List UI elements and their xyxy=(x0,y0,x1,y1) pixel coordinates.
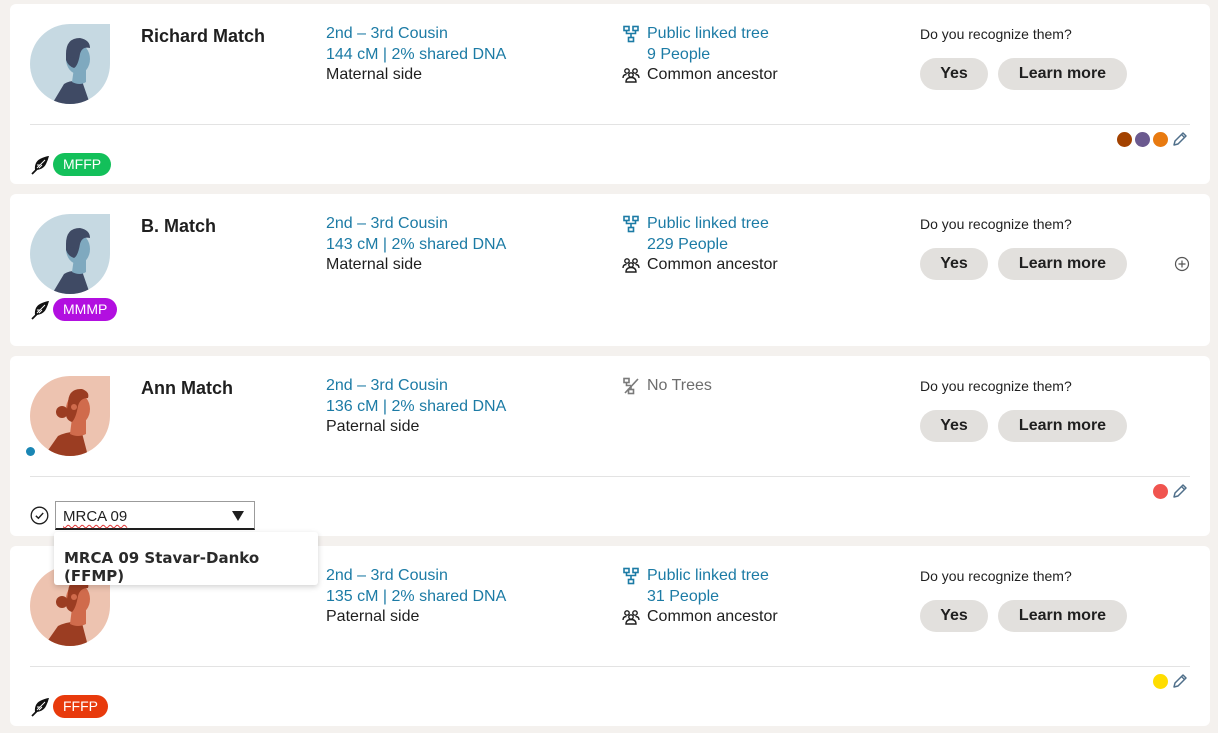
match-card: Richard Match 2nd – 3rd Cousin 144 cM | … xyxy=(10,4,1210,184)
group-badge[interactable]: MFFP xyxy=(53,153,112,176)
side-label: Maternal side xyxy=(326,66,423,83)
learn-more-button[interactable]: Learn more xyxy=(998,58,1127,90)
divider xyxy=(30,476,1190,477)
recognize-prompt: Do you recognize them? xyxy=(920,378,1072,394)
relationship-link[interactable]: 2nd – 3rd Cousin xyxy=(326,214,506,235)
recognize-prompt: Do you recognize them? xyxy=(920,216,1072,232)
shared-dna-link[interactable]: 144 cM | 2% shared DNA xyxy=(326,45,506,66)
side-label: Paternal side xyxy=(326,608,420,625)
relationship-info: 2nd – 3rd Cousin 136 cM | 2% shared DNA … xyxy=(326,376,506,438)
avatar[interactable] xyxy=(30,376,110,456)
tree-people-link[interactable]: 229 People xyxy=(622,235,778,256)
tree-people-link[interactable]: 31 People xyxy=(622,587,778,608)
tree-info: Public linked tree 31 People Common ance… xyxy=(622,566,778,628)
yes-button[interactable]: Yes xyxy=(920,58,988,90)
yes-button[interactable]: Yes xyxy=(920,410,988,442)
tree-icon xyxy=(622,25,640,43)
yes-button[interactable]: Yes xyxy=(920,248,988,280)
relationship-info: 2nd – 3rd Cousin 144 cM | 2% shared DNA … xyxy=(326,24,506,86)
match-card: Ann Match 2nd – 3rd Cousin 136 cM | 2% s… xyxy=(10,356,1210,536)
tree-icon xyxy=(622,215,640,233)
match-name[interactable]: B. Match xyxy=(141,216,216,237)
feather-icon xyxy=(30,155,50,175)
shared-dna-link[interactable]: 136 cM | 2% shared DNA xyxy=(326,397,506,418)
match-name[interactable]: Ann Match xyxy=(141,378,233,399)
people-icon xyxy=(622,608,640,626)
group-dot xyxy=(1153,483,1168,499)
group-dot xyxy=(1153,673,1168,689)
group-dot xyxy=(1153,131,1168,147)
tree-people-link[interactable]: 9 People xyxy=(622,45,778,66)
learn-more-button[interactable]: Learn more xyxy=(998,600,1127,632)
group-badge[interactable]: FFFP xyxy=(53,695,108,718)
common-ancestor-label[interactable]: Common ancestor xyxy=(647,607,778,628)
tree-info: Public linked tree 229 People Common anc… xyxy=(622,214,778,276)
shared-dna-link[interactable]: 143 cM | 2% shared DNA xyxy=(326,235,506,256)
common-ancestor-label[interactable]: Common ancestor xyxy=(647,65,778,86)
side-label: Maternal side xyxy=(326,256,423,273)
mrca-select[interactable]: MRCA 09 xyxy=(55,501,255,530)
common-ancestor-label[interactable]: Common ancestor xyxy=(647,255,778,276)
learn-more-button[interactable]: Learn more xyxy=(998,410,1127,442)
online-indicator xyxy=(26,447,35,456)
tree-info: Public linked tree 9 People Common ances… xyxy=(622,24,778,86)
side-label: Paternal side xyxy=(326,418,420,435)
pencil-icon[interactable] xyxy=(1172,483,1188,499)
tree-info: No Trees xyxy=(622,376,712,397)
no-tree-icon xyxy=(622,377,640,395)
yes-button[interactable]: Yes xyxy=(920,600,988,632)
group-badge[interactable]: MMMP xyxy=(53,298,118,321)
public-tree-link[interactable]: Public linked tree xyxy=(647,214,769,235)
learn-more-button[interactable]: Learn more xyxy=(998,248,1127,280)
avatar[interactable] xyxy=(30,24,110,104)
relationship-link[interactable]: 2nd – 3rd Cousin xyxy=(326,376,506,397)
people-icon xyxy=(622,256,640,274)
group-dots[interactable] xyxy=(1153,483,1188,499)
no-trees-label: No Trees xyxy=(647,377,712,394)
shared-dna-link[interactable]: 135 cM | 2% shared DNA xyxy=(326,587,506,608)
confirm-check-icon[interactable] xyxy=(30,506,49,525)
feather-icon xyxy=(30,697,50,717)
dropdown-arrow-icon[interactable] xyxy=(232,511,244,521)
mrca-select-value[interactable]: MRCA 09 xyxy=(63,508,127,525)
public-tree-link[interactable]: Public linked tree xyxy=(647,24,769,45)
relationship-link[interactable]: 2nd – 3rd Cousin xyxy=(326,24,506,45)
pencil-icon[interactable] xyxy=(1172,131,1188,147)
recognize-prompt: Do you recognize them? xyxy=(920,26,1072,42)
add-group-icon[interactable] xyxy=(1174,256,1190,272)
relationship-info: 2nd – 3rd Cousin 143 cM | 2% shared DNA … xyxy=(326,214,506,276)
relationship-info: 2nd – 3rd Cousin 135 cM | 2% shared DNA … xyxy=(326,566,506,628)
public-tree-link[interactable]: Public linked tree xyxy=(647,566,769,587)
mrca-option[interactable]: MRCA 09 Stavar-Danko (FFMP) xyxy=(64,549,308,585)
group-dot xyxy=(1135,131,1150,147)
feather-icon xyxy=(30,300,50,320)
mrca-dropdown-menu: MRCA 09 Stavar-Danko (FFMP) xyxy=(54,532,318,585)
group-dots[interactable] xyxy=(1117,131,1188,147)
group-dots[interactable] xyxy=(1153,673,1188,689)
avatar[interactable] xyxy=(30,214,110,294)
divider xyxy=(30,666,1190,667)
recognize-prompt: Do you recognize them? xyxy=(920,568,1072,584)
pencil-icon[interactable] xyxy=(1172,673,1188,689)
match-name[interactable]: Richard Match xyxy=(141,26,265,47)
tree-icon xyxy=(622,567,640,585)
divider xyxy=(30,124,1190,125)
group-dot xyxy=(1117,131,1132,147)
people-icon xyxy=(622,66,640,84)
relationship-link[interactable]: 2nd – 3rd Cousin xyxy=(326,566,506,587)
match-card: B. Match 2nd – 3rd Cousin 143 cM | 2% sh… xyxy=(10,194,1210,346)
